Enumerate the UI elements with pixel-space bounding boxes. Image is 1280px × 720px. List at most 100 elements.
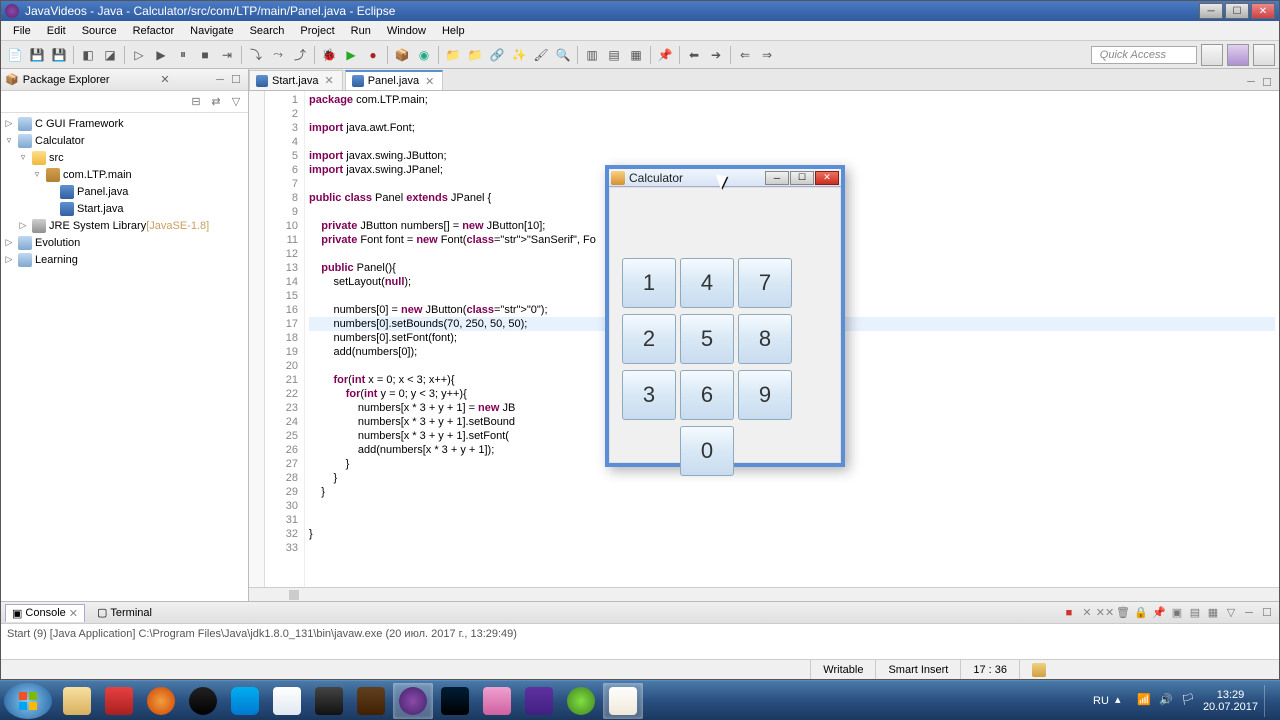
menu-help[interactable]: Help [434,23,473,39]
link-button[interactable]: 🔗 [487,45,507,65]
close-button[interactable]: ✕ [1251,3,1275,19]
task-eclipse[interactable] [393,683,433,719]
stop-button[interactable]: ■ [195,45,215,65]
pin-console-button[interactable]: 📌 [1151,605,1167,621]
editor-tab[interactable]: Panel.java✕ [345,70,444,90]
calc-button-7[interactable]: 7 [738,258,792,308]
tree-toggle-icon[interactable]: ▿ [17,152,29,163]
tree-item[interactable]: ▿com.LTP.main [3,166,246,183]
open-type-button[interactable]: ◧ [78,45,98,65]
tray-show-desktop[interactable] [1264,685,1272,717]
menu-window[interactable]: Window [379,23,434,39]
open-task-button[interactable]: 📁 [443,45,463,65]
step-over-button[interactable]: ⤳ [268,45,288,65]
terminal-tab[interactable]: ▢ Terminal [91,604,158,621]
task-firefox[interactable] [141,683,181,719]
menu-navigate[interactable]: Navigate [182,23,241,39]
pane-minimize-button[interactable]: ─ [212,72,228,88]
task-purple[interactable] [519,683,559,719]
tree-item[interactable]: ▷Learning [3,251,246,268]
save-button[interactable]: 💾 [27,45,47,65]
remove-all-button[interactable]: ✕✕ [1097,605,1113,621]
menu-edit[interactable]: Edit [39,23,74,39]
tray-network-icon[interactable]: 📶 [1137,693,1153,709]
tab-close-button[interactable]: ✕ [322,74,335,87]
display-console-button[interactable]: ▣ [1169,605,1185,621]
tree-item[interactable]: ▷C GUI Framework [3,115,246,132]
task-skype[interactable] [225,683,265,719]
task-paint[interactable] [477,683,517,719]
run-button[interactable]: ▶ [341,45,361,65]
calc-minimize-button[interactable]: ─ [765,171,789,185]
remove-launch-button[interactable]: ✕ [1079,605,1095,621]
task-photoshop[interactable] [435,683,475,719]
calc-button-5[interactable]: 5 [680,314,734,364]
menu-search[interactable]: Search [242,23,293,39]
maximize-button[interactable]: ☐ [1225,3,1249,19]
menu-run[interactable]: Run [343,23,379,39]
layout-2-button[interactable]: ▤ [604,45,624,65]
tray-lang[interactable]: RU [1093,695,1109,707]
task-explorer[interactable] [57,683,97,719]
new-console-button[interactable]: ▦ [1205,605,1221,621]
new-package-button[interactable]: 📦 [392,45,412,65]
prev-button[interactable]: ⬅ [684,45,704,65]
open-console-button[interactable]: ▤ [1187,605,1203,621]
save-all-button[interactable]: 💾 [49,45,69,65]
scroll-left-button[interactable] [289,590,299,600]
layout-1-button[interactable]: ▥ [582,45,602,65]
toggle-button[interactable]: ◪ [100,45,120,65]
link-editor-button[interactable]: ⇄ [208,94,224,110]
tree-item[interactable]: ▿src [3,149,246,166]
tree-toggle-icon[interactable]: ▿ [31,169,43,180]
task-dosbox[interactable] [351,683,391,719]
minimize-button[interactable]: ─ [1199,3,1223,19]
collapse-all-button[interactable]: ⊟ [188,94,204,110]
editor-tab[interactable]: Start.java✕ [249,70,343,90]
layout-3-button[interactable]: ▦ [626,45,646,65]
scroll-lock-button[interactable]: 🔒 [1133,605,1149,621]
tab-close-button[interactable]: ✕ [423,75,436,88]
calc-button-2[interactable]: 2 [622,314,676,364]
tree-item[interactable]: Panel.java [3,183,246,200]
forward-button[interactable]: ⇒ [757,45,777,65]
menu-source[interactable]: Source [74,23,125,39]
task-green[interactable] [561,683,601,719]
pin-button[interactable]: 📌 [655,45,675,65]
resume-button[interactable]: ▶ [151,45,171,65]
pane-close-button[interactable]: ✕ [158,73,172,87]
console-max-button[interactable]: ☐ [1259,605,1275,621]
open-perspective-button[interactable] [1201,44,1223,66]
task-steam[interactable] [183,683,223,719]
step-return-button[interactable]: ⤴ [290,45,310,65]
editor-maximize-button[interactable]: ☐ [1259,74,1275,90]
calc-button-8[interactable]: 8 [738,314,792,364]
start-button[interactable] [4,683,52,719]
console-close-button[interactable]: ✕ [69,607,78,620]
tree-item[interactable]: ▷JRE System Library [JavaSE-1.8] [3,217,246,234]
next-button[interactable]: ➔ [706,45,726,65]
step-into-button[interactable]: ⤵ [246,45,266,65]
run-last-button[interactable]: ● [363,45,383,65]
console-tab[interactable]: ▣ Console ✕ [5,604,85,622]
view-menu-button[interactable]: ▽ [228,94,244,110]
tray-volume-icon[interactable]: 🔊 [1159,693,1175,709]
tray-clock[interactable]: 13:29 20.07.2017 [1203,689,1258,713]
terminate-button[interactable]: ■ [1061,605,1077,621]
tree-toggle-icon[interactable]: ▷ [3,118,15,129]
paint-button[interactable]: 🖌 [531,45,551,65]
console-min-button[interactable]: ─ [1241,605,1257,621]
new-class-button[interactable]: ◉ [414,45,434,65]
menu-file[interactable]: File [5,23,39,39]
debug-button[interactable]: 🐞 [319,45,339,65]
back-button[interactable]: ⇐ [735,45,755,65]
tray-show-hidden-icon[interactable]: ▴ [1115,693,1131,709]
calc-button-6[interactable]: 6 [680,370,734,420]
pause-button[interactable]: ⏸ [173,45,193,65]
new-folder-button[interactable]: 📁 [465,45,485,65]
task-java-app[interactable] [603,683,643,719]
calc-button-1[interactable]: 1 [622,258,676,308]
tree-item[interactable]: Start.java [3,200,246,217]
task-app-red[interactable] [99,683,139,719]
tree-toggle-icon[interactable]: ▷ [3,237,15,248]
